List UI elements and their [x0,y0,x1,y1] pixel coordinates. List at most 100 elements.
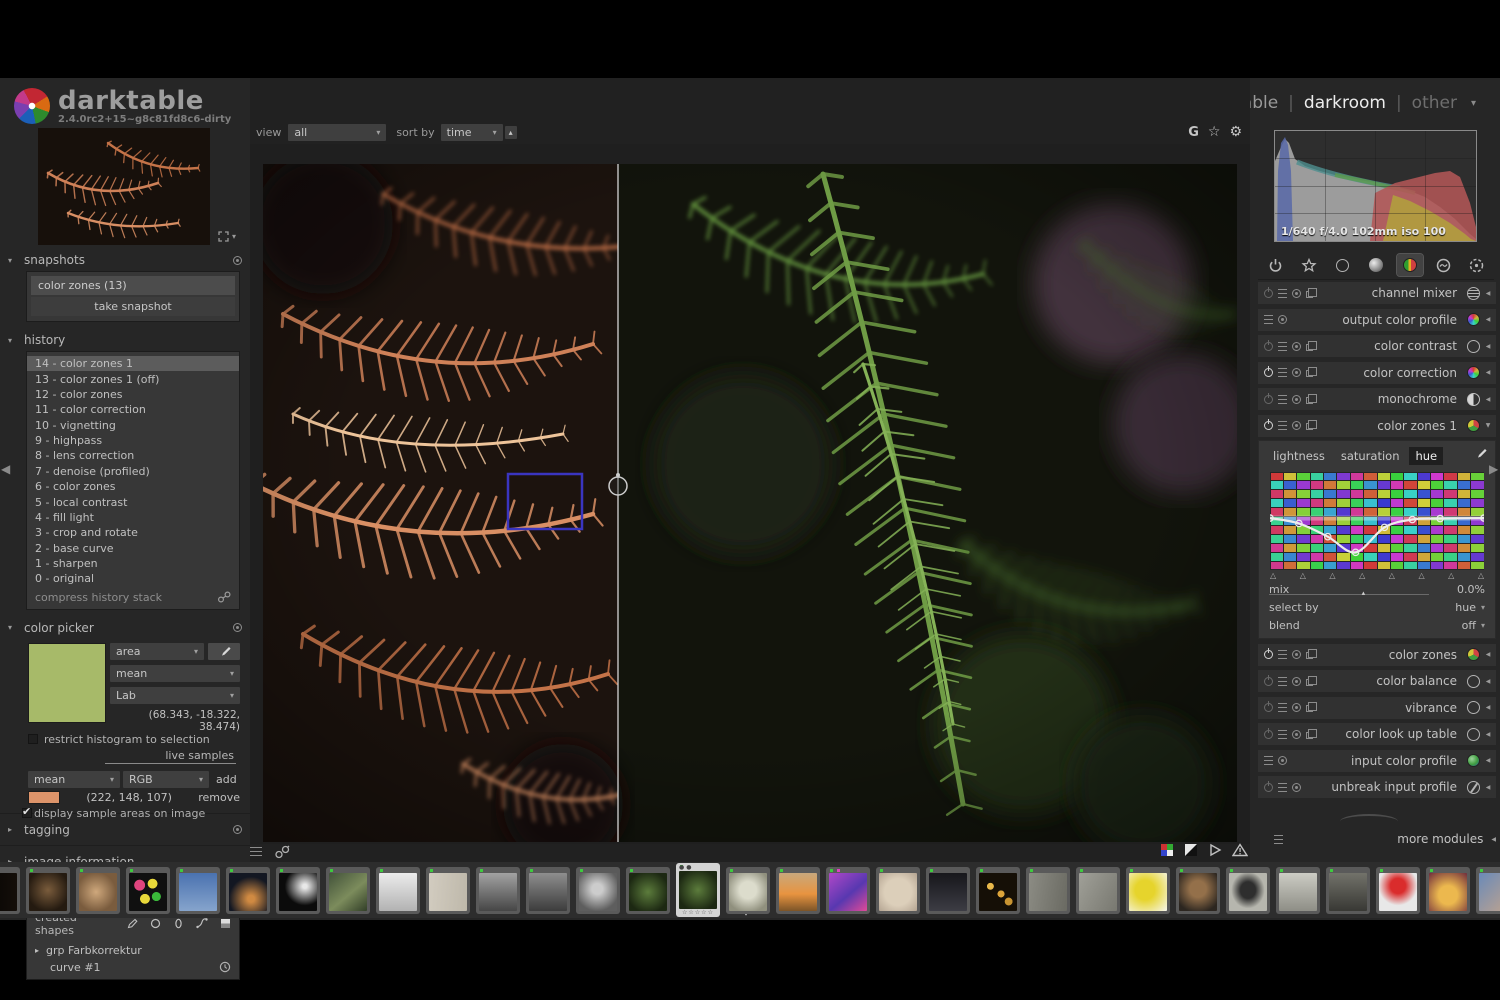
tab-lightness[interactable]: lightness [1267,447,1331,465]
filmstrip-thumb-rocky-shore[interactable] [1326,867,1370,914]
histogram-panel[interactable]: 1/640 f/4.0 102mm iso 100 [1274,130,1477,242]
group-color[interactable] [1397,254,1423,276]
darkroom-canvas[interactable] [250,144,1250,844]
module-expand-arrow[interactable]: ◀ [1484,369,1492,376]
history-item[interactable]: 13 - color zones 1 (off) [27,371,239,386]
curve-node[interactable] [1481,515,1484,521]
curve-node[interactable] [1296,520,1302,526]
blend-dropdown[interactable]: blend off▾ [1267,616,1487,634]
module-color-zones-1[interactable]: color zones 1▼ [1258,415,1496,437]
sort-direction-button[interactable]: ▴ [505,126,517,139]
module-expand-arrow[interactable]: ▼ [1484,422,1492,429]
group-correction[interactable] [1430,254,1456,276]
duplicate-instances-icon[interactable] [274,845,290,859]
multi-icon[interactable] [1306,705,1313,712]
filmstrip-thumb-night-lights[interactable] [976,867,1020,914]
multi-icon[interactable] [1306,679,1313,686]
left-panel-collapse-arrow[interactable]: ◀ [1,462,10,476]
add-sample-button[interactable]: add [216,773,237,786]
menu-icon[interactable] [1278,730,1287,739]
history-item[interactable]: 9 - highpass [27,433,239,448]
slideshow-play-icon[interactable] [1208,843,1222,857]
module-expand-arrow[interactable]: ◀ [1484,731,1492,738]
menu-icon[interactable] [1264,315,1273,324]
filmstrip-thumb-branch-sky[interactable] [176,867,220,914]
reset-icon[interactable] [1292,289,1301,298]
curve-node[interactable] [1352,549,1358,555]
curve-node[interactable] [1437,515,1443,521]
restrict-histogram-checkbox[interactable] [28,734,38,744]
module-expand-arrow[interactable]: ◀ [1484,704,1492,711]
module-color-look-up-table[interactable]: color look up table◀ [1258,723,1496,745]
reset-icon[interactable] [233,623,242,632]
filmstrip-thumb-tulip[interactable] [1376,867,1420,914]
filmstrip-thumb-candle[interactable] [1426,867,1470,914]
module-expand-arrow[interactable]: ◀ [1484,290,1492,297]
group-basic[interactable] [1329,254,1355,276]
module-color-contrast[interactable]: color contrast◀ [1258,335,1496,357]
history-item[interactable]: 14 - color zones 1 [27,356,239,371]
softproof-icon[interactable] [1184,843,1198,857]
main-image-split-view[interactable] [263,164,1237,842]
module-color-zones[interactable]: color zones◀ [1258,644,1496,666]
multi-icon[interactable] [1306,397,1313,404]
group-favorites[interactable] [1296,254,1322,276]
zone-marker-icon[interactable]: △ [1300,571,1306,580]
add-path-icon[interactable] [196,918,208,929]
add-gradient-icon[interactable] [220,918,231,929]
select-by-dropdown[interactable]: select by hue▾ [1267,598,1487,616]
module-output-color-profile[interactable]: output color profile◀ [1258,309,1496,331]
filmstrip-thumb-plaster-wall[interactable] [1026,867,1070,914]
module-channel-mixer[interactable]: channel mixer◀ [1258,282,1496,304]
zone-marker-icon[interactable]: △ [1478,571,1484,580]
more-modules-row[interactable]: more modules ◀ [1258,832,1496,846]
power-icon[interactable] [1264,342,1273,351]
reset-icon[interactable] [1278,756,1287,765]
color-picker-header[interactable]: ▾ color picker [0,616,250,639]
overexposure-warning-icon[interactable] [1232,843,1248,857]
power-icon[interactable] [1264,677,1273,686]
add-ellipse-icon[interactable] [173,918,184,929]
filmstrip[interactable]: ▼ ☆☆☆☆☆●● [0,862,1500,918]
settings-gear-button[interactable]: ⚙ [1229,124,1242,140]
history-item[interactable]: 6 - color zones [27,479,239,494]
menu-icon[interactable] [1278,395,1287,404]
power-icon[interactable] [1264,289,1273,298]
compress-history-icon[interactable] [217,591,231,603]
filmstrip-thumb-dark-frame[interactable] [0,867,20,914]
filmstrip-thumb-carabiners[interactable] [126,867,170,914]
split-line-handle[interactable] [609,477,627,495]
filmstrip-thumb-face-edge[interactable] [1476,867,1500,914]
compress-history-button[interactable]: compress history stack [35,591,162,604]
module-monochrome[interactable]: monochrome◀ [1258,388,1496,410]
snapshot-item[interactable]: color zones (13) [31,276,235,295]
module-expand-arrow[interactable]: ◀ [1484,784,1492,791]
filmstrip-thumb-light-curves[interactable] [276,867,320,914]
gamut-check-icon[interactable] [1160,843,1174,857]
tab-hue[interactable]: hue [1409,447,1443,465]
filmstrip-thumb-dyed-hair[interactable] [826,867,870,914]
reset-icon[interactable] [1292,650,1301,659]
module-vibrance[interactable]: vibrance◀ [1258,697,1496,719]
preview-options-icon[interactable]: ▾ [232,232,236,241]
tab-saturation[interactable]: saturation [1335,447,1406,465]
power-icon[interactable] [1264,395,1273,404]
group-effects[interactable] [1464,254,1490,276]
filmstrip-thumb-sink[interactable] [376,867,420,914]
module-expand-arrow[interactable]: ◀ [1484,396,1492,403]
history-item[interactable]: 0 - original [27,571,239,586]
reset-icon[interactable] [1292,783,1301,792]
mix-slider[interactable]: mix 0.0% ▴ [1267,580,1487,598]
multi-icon[interactable] [1306,652,1313,659]
history-item[interactable]: 10 - vignetting [27,418,239,433]
group-tone[interactable] [1363,254,1389,276]
filmstrip-thumb-calf[interactable] [76,867,120,914]
add-circle-icon[interactable] [150,918,161,929]
picker-mode-dropdown[interactable]: area▾ [110,643,204,660]
eyedropper-icon[interactable] [1474,447,1487,460]
filmstrip-thumb-metal-discs[interactable] [576,867,620,914]
menu-icon[interactable] [1264,756,1273,765]
multi-icon[interactable] [1306,732,1313,739]
snapshots-header[interactable]: ▾ snapshots [0,248,250,271]
reset-icon[interactable] [1292,421,1301,430]
